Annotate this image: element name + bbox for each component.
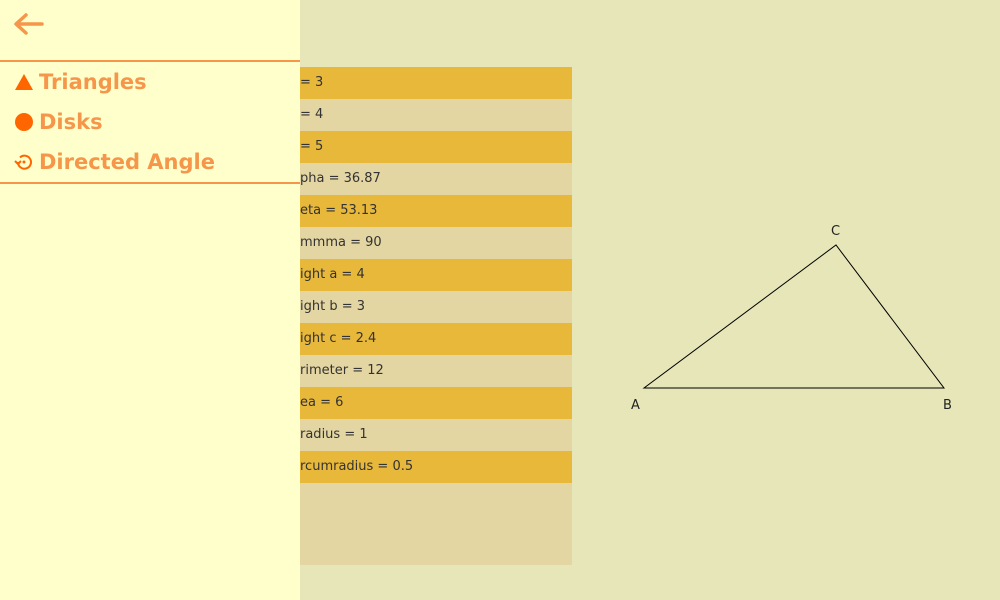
divider [0, 60, 300, 62]
vertex-label-c[interactable]: C [831, 224, 840, 239]
triangle-icon [14, 72, 34, 92]
nav-item-directed-angle[interactable]: Directed Angle [14, 147, 215, 177]
nav-item-triangles[interactable]: Triangles [14, 67, 147, 97]
divider [0, 182, 300, 184]
rotate-icon [14, 152, 34, 172]
triangle-shape[interactable] [642, 244, 946, 389]
vertex-label-a[interactable]: A [631, 398, 640, 413]
sidebar: Triangles Disks Directed Angle [0, 0, 300, 600]
nav-label: Disks [39, 110, 103, 134]
nav-label: Triangles [39, 70, 147, 94]
vertex-label-b[interactable]: B [943, 398, 952, 413]
back-button[interactable] [12, 10, 48, 38]
disk-icon [14, 112, 34, 132]
arrow-left-icon [14, 13, 44, 35]
nav-label: Directed Angle [39, 150, 215, 174]
nav-item-disks[interactable]: Disks [14, 107, 103, 137]
